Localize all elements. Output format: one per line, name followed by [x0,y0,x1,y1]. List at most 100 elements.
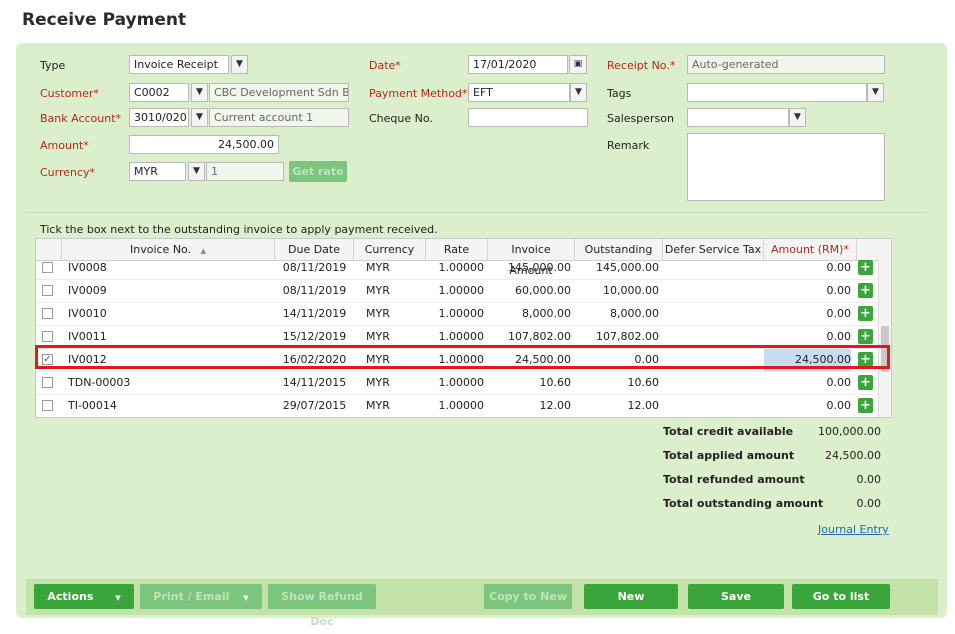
currency-select[interactable]: MYR [129,162,186,181]
receipt-no-input[interactable]: Auto-generated [687,55,885,74]
table-row[interactable]: TI-00014 29/07/2015 MYR 1.00000 12.00 12… [36,395,891,417]
amount[interactable]: 0.00 [764,280,852,302]
plus-icon[interactable]: + [858,375,873,390]
customer-name-field: CBC Development Sdn Bhd [209,83,349,102]
bank-account-label: Bank Account* [40,112,122,125]
total-credit-label: Total credit available [663,425,794,438]
plus-icon[interactable]: + [858,260,873,275]
col-label: Invoice No. [130,243,192,256]
currency: MYR [366,307,390,320]
divider [26,212,926,213]
bank-account-code-select[interactable]: 3010/020 [129,108,189,127]
currency: MYR [366,399,390,412]
invoice-amount: 145,000.00 [508,261,571,274]
invoice-no: TI-00014 [68,399,117,412]
grid-scrollbar[interactable] [878,260,891,417]
sort-asc-icon: ▲ [200,247,206,255]
table-row[interactable]: IV0008 08/11/2019 MYR 1.00000 145,000.00… [36,257,891,280]
chevron-down-icon[interactable]: ▼ [570,83,587,102]
amount[interactable]: 0.00 [764,257,852,279]
calendar-icon[interactable]: ▣ [569,55,587,74]
journal-entry-link[interactable]: Journal Entry [818,523,889,536]
grid-hint: Tick the box next to the outstanding inv… [40,223,438,236]
remark-label: Remark [607,139,650,152]
invoice-no: TDN-00003 [68,376,131,389]
go-to-list-button[interactable]: Go to list [792,584,890,609]
table-row[interactable]: IV0009 08/11/2019 MYR 1.00000 60,000.00 … [36,280,891,303]
chevron-down-icon[interactable]: ▼ [789,108,806,127]
table-row[interactable]: TDN-00003 14/11/2015 MYR 1.00000 10.60 1… [36,372,891,395]
chevron-down-icon[interactable]: ▼ [191,83,208,102]
receipt-no-label: Receipt No.* [607,59,676,72]
rate: 1.00000 [438,376,485,389]
selected-row-highlight [35,345,890,369]
exchange-rate-field[interactable]: 1 [206,162,284,181]
invoice-no: IV0010 [68,307,107,320]
chevron-down-icon[interactable]: ▼ [867,83,884,102]
salesperson-label: Salesperson [607,112,674,125]
amount[interactable]: 0.00 [764,303,852,325]
save-button[interactable]: Save [688,584,784,609]
print-email-button[interactable]: Print / Email ▼ [140,584,262,609]
invoice-amount: 8,000.00 [522,307,571,320]
table-row[interactable]: IV0010 14/11/2019 MYR 1.00000 8,000.00 8… [36,303,891,326]
copy-to-new-button[interactable]: Copy to New [484,584,572,609]
cheque-no-input[interactable] [468,108,588,127]
remark-textarea[interactable] [687,133,885,201]
print-email-label: Print / Email [153,590,230,603]
total-applied-value: 24,500.00 [825,449,881,462]
total-outstanding-label: Total outstanding amount [663,497,824,510]
get-rate-button[interactable]: Get rate [289,161,347,182]
type-select[interactable]: Invoice Receipt [129,55,229,74]
caret-down-icon: ▼ [243,594,249,602]
due-date: 29/07/2015 [282,399,347,412]
row-checkbox[interactable] [42,377,53,388]
customer-label: Customer* [40,87,99,100]
payment-method-select[interactable]: EFT [468,83,570,102]
chevron-down-icon[interactable]: ▼ [191,108,208,127]
plus-icon[interactable]: + [858,283,873,298]
row-checkbox[interactable] [42,285,53,296]
currency: MYR [366,376,390,389]
amount[interactable]: 0.00 [764,395,852,417]
due-date: 14/11/2019 [282,307,347,320]
chevron-down-icon[interactable]: ▼ [188,162,205,181]
show-refund-doc-button[interactable]: Show Refund Doc [268,584,376,628]
actions-button[interactable]: Actions ▼ [34,584,134,609]
row-checkbox[interactable] [42,262,53,273]
salesperson-select[interactable] [687,108,789,127]
new-button[interactable]: New [584,584,678,609]
outstanding: 8,000.00 [610,307,659,320]
rate: 1.00000 [438,284,485,297]
due-date: 08/11/2019 [282,284,347,297]
invoice-grid: Invoice No. ▲ Due Date Currency Rate Inv… [35,238,892,418]
caret-down-icon: ▼ [115,594,121,602]
outstanding: 145,000.00 [596,261,659,274]
currency: MYR [366,261,390,274]
invoice-no: IV0009 [68,284,107,297]
amount-input[interactable]: 24,500.00 [129,135,279,154]
bank-account-name-field: Current account 1 [209,108,349,127]
tags-select[interactable] [687,83,867,102]
total-applied-label: Total applied amount [663,449,795,462]
plus-icon[interactable]: + [858,329,873,344]
rate: 1.00000 [438,261,485,274]
outstanding: 10.60 [627,376,660,389]
payment-method-label: Payment Method* [369,87,468,100]
date-label: Date* [369,59,401,72]
page-title: Receive Payment [22,10,187,30]
row-checkbox[interactable] [42,400,53,411]
amount[interactable]: 0.00 [764,372,852,394]
due-date: 14/11/2015 [282,376,347,389]
customer-code-select[interactable]: C0002 [129,83,189,102]
currency-label: Currency* [40,166,96,179]
rate: 1.00000 [438,399,485,412]
chevron-down-icon[interactable]: ▼ [231,55,248,74]
plus-icon[interactable]: + [858,398,873,413]
row-checkbox[interactable] [42,308,53,319]
type-label: Type [40,59,66,72]
due-date: 08/11/2019 [282,261,347,274]
plus-icon[interactable]: + [858,306,873,321]
date-input[interactable]: 17/01/2020 [468,55,568,74]
row-checkbox[interactable] [42,331,53,342]
